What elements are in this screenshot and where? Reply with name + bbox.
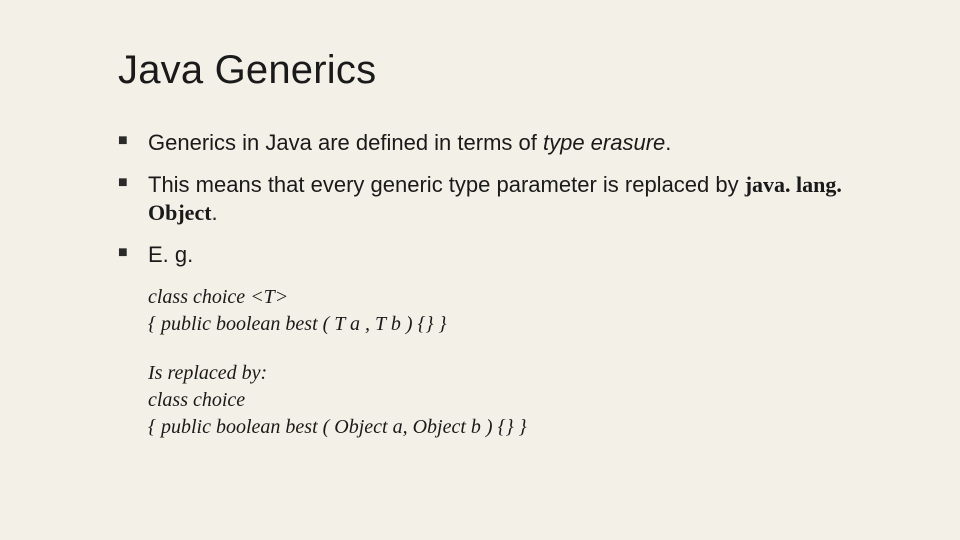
bullet-3-text: E. g.	[148, 242, 193, 267]
code-line-2: { public boolean best ( T a , T b ) {} }	[148, 311, 860, 338]
bullet-2-pre: This means that every generic type param…	[148, 172, 745, 197]
bullet-1-post: .	[665, 130, 671, 155]
code-line-3: class choice	[148, 387, 860, 414]
bullet-1-emph: type erasure	[543, 130, 665, 155]
code-line-4: { public boolean best ( Object a, Object…	[148, 414, 860, 441]
code-replaced-intro: Is replaced by:	[148, 360, 860, 387]
slide: Java Generics Generics in Java are defin…	[0, 0, 960, 540]
code-block: class choice <T> { public boolean best (…	[148, 284, 860, 441]
bullet-1-pre: Generics in Java are defined in terms of	[148, 130, 543, 155]
code-gap	[148, 338, 860, 360]
bullet-1: Generics in Java are defined in terms of…	[118, 129, 860, 157]
bullet-2-post: .	[212, 200, 218, 225]
slide-title: Java Generics	[118, 48, 860, 93]
bullet-list: Generics in Java are defined in terms of…	[118, 129, 860, 270]
bullet-3: E. g.	[118, 241, 860, 269]
code-line-1: class choice <T>	[148, 284, 860, 311]
bullet-2: This means that every generic type param…	[118, 171, 860, 227]
